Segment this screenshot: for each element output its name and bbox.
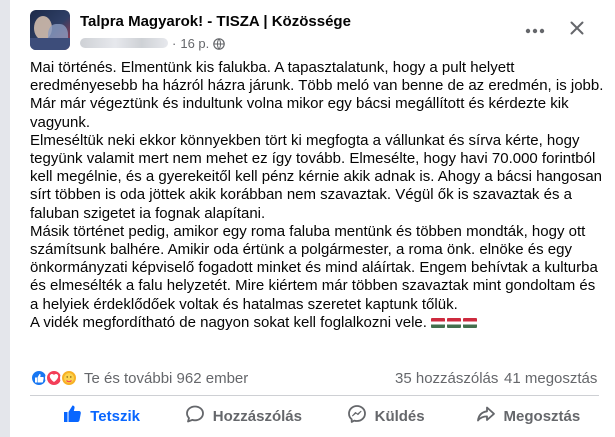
post-header: Talpra Magyarok! - TISZA | Közössége · 1…	[14, 0, 615, 60]
post-stats: Te és további 962 ember 35 hozzászólás 4…	[14, 366, 615, 392]
share-button[interactable]: Megosztás	[457, 398, 599, 434]
meta-separator: ·	[172, 35, 177, 51]
background-edge	[0, 0, 10, 437]
comment-label: Hozzászólás	[212, 407, 302, 425]
post-time[interactable]: 16 p.	[180, 36, 209, 51]
blurred-author-name[interactable]	[80, 38, 168, 48]
send-label: Küldés	[374, 407, 425, 425]
comment-icon	[185, 404, 213, 428]
comment-button[interactable]: Hozzászólás	[172, 398, 314, 434]
post-text: Mai történés. Elmentünk kis falukba. A t…	[30, 59, 605, 332]
divider	[30, 395, 599, 396]
share-icon	[476, 404, 504, 428]
share-count[interactable]: 41 megosztás	[504, 370, 597, 387]
thumbs-up-icon	[62, 404, 90, 428]
post-paragraph: Elmeséltük neki ekkor könnyekben tört ki…	[30, 131, 603, 222]
post-actions: Tetszik Hozzászólás Küldés Megosztás	[30, 398, 599, 434]
like-label: Tetszik	[90, 407, 140, 425]
globe-icon	[213, 37, 226, 50]
share-label: Megosztás	[503, 407, 581, 425]
more-button[interactable]	[521, 16, 549, 44]
more-icon	[525, 21, 545, 39]
page-title[interactable]: Talpra Magyarok! - TISZA | Közössége	[80, 13, 351, 30]
close-icon	[570, 21, 584, 40]
care-reaction-icon	[60, 369, 78, 387]
post-paragraph: A vidék megfordítható de nagyon sokat ke…	[30, 313, 427, 331]
hungarian-flag-emoji	[463, 317, 478, 328]
like-button[interactable]: Tetszik	[30, 398, 172, 434]
post-meta: · 16 p.	[80, 34, 226, 52]
comment-count[interactable]: 35 hozzászólás	[395, 370, 498, 387]
messenger-icon	[347, 404, 375, 428]
send-button[interactable]: Küldés	[315, 398, 457, 434]
close-button[interactable]	[563, 16, 591, 44]
page-avatar[interactable]	[30, 10, 70, 50]
hungarian-flag-emoji	[431, 317, 446, 328]
post-paragraph: Másik történet pedig, amikor egy roma fa…	[30, 222, 598, 313]
hungarian-flag-emoji	[447, 317, 462, 328]
reaction-bar[interactable]: Te és további 962 ember	[30, 368, 248, 388]
reaction-summary[interactable]: Te és további 962 ember	[84, 370, 248, 387]
post-paragraph: Már már végeztünk és indultunk volna mik…	[30, 95, 569, 131]
post-card: Talpra Magyarok! - TISZA | Közössége · 1…	[14, 0, 615, 437]
post-last-line: A vidék megfordítható de nagyon sokat ke…	[30, 314, 605, 332]
post-paragraph: Mai történés. Elmentünk kis falukba. A t…	[30, 59, 604, 95]
